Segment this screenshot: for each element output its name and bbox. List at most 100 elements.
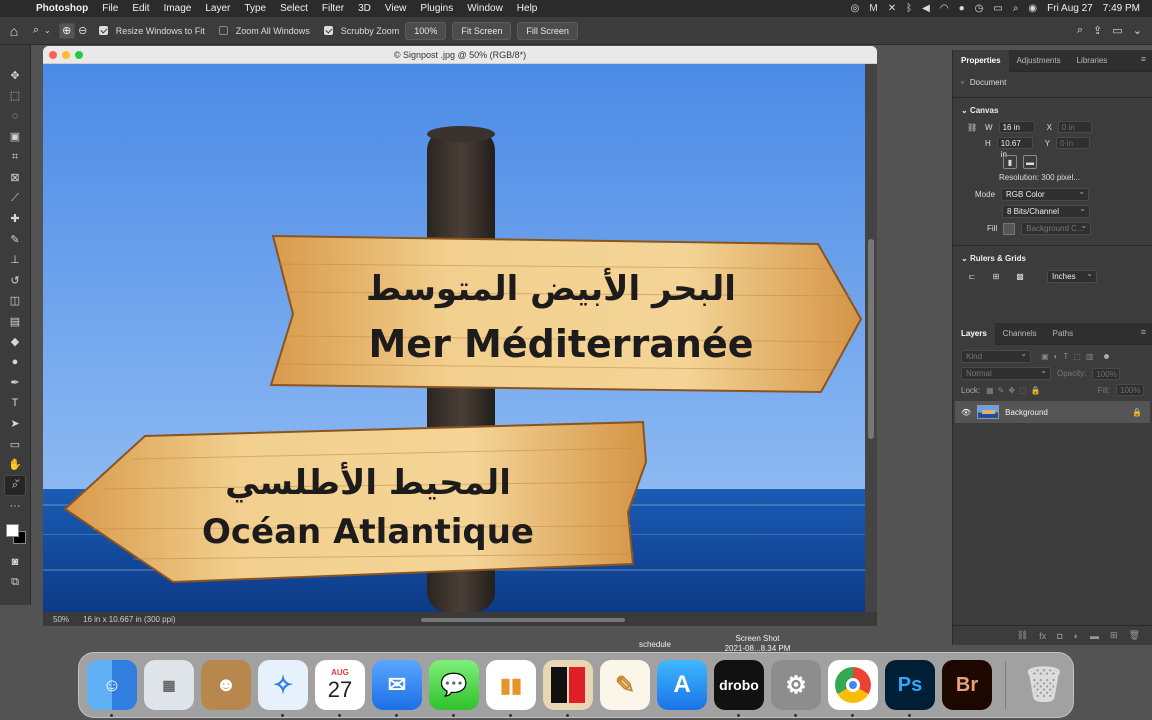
volume-icon[interactable]: ◀	[922, 3, 930, 14]
finder-icon[interactable]: ☺	[87, 660, 137, 717]
fill-color-swatch[interactable]	[1003, 222, 1016, 235]
crop-tool-icon[interactable]: ⌗	[4, 147, 26, 168]
history-brush-tool-icon[interactable]: ↺	[4, 270, 26, 291]
menu-window[interactable]: Window	[460, 3, 510, 14]
gradient-tool-icon[interactable]: ▤	[4, 311, 26, 332]
share-icon[interactable]: ⇪	[1093, 24, 1102, 37]
units-select[interactable]: Inches	[1047, 268, 1097, 283]
eraser-tool-icon[interactable]: ◫	[4, 291, 26, 312]
scrubby-zoom-checkbox[interactable]: Scrubby Zoom	[323, 26, 399, 36]
portrait-orientation-icon[interactable]: ▮	[1003, 155, 1017, 169]
tab-adjustments[interactable]: Adjustments	[1009, 50, 1069, 72]
width-field[interactable]: 16 in	[998, 121, 1035, 133]
horizontal-scroll-thumb[interactable]	[421, 618, 625, 622]
zoom-100-button[interactable]: 100%	[405, 21, 447, 40]
zoom-out-icon[interactable]: ⊖	[75, 23, 91, 39]
kind-filter-select[interactable]: Kind	[961, 348, 1031, 363]
bridge-icon[interactable]: Br	[942, 660, 992, 710]
workspace-chevron-icon[interactable]: ⌄	[1133, 24, 1142, 37]
search-help-icon[interactable]: ⌕	[1077, 24, 1083, 37]
move-tool-icon[interactable]: ✥	[4, 65, 26, 86]
layer-name[interactable]: Background	[1005, 408, 1048, 417]
menu-select[interactable]: Select	[273, 3, 315, 14]
trash-icon[interactable]: 🗑	[1129, 630, 1140, 641]
fill-select[interactable]: Background C...	[1021, 220, 1092, 235]
rulers-grids-section[interactable]: ⌄ Rulers & Grids	[953, 250, 1152, 267]
tab-paths[interactable]: Paths	[1045, 323, 1081, 345]
marquee-tool-icon[interactable]: ⬚	[4, 86, 26, 107]
tab-properties[interactable]: Properties	[953, 49, 1009, 72]
pages-app-icon[interactable]	[543, 660, 593, 717]
photoshop-icon[interactable]: Ps	[885, 660, 935, 717]
home-icon[interactable]: ⌂	[0, 23, 28, 39]
desktop-file-schedule[interactable]: schedule	[620, 640, 690, 649]
screen-mode-icon[interactable]: ⧉	[4, 573, 26, 594]
blur-tool-icon[interactable]: ◆	[4, 332, 26, 353]
link-icon[interactable]: ⛓	[967, 123, 979, 132]
rectangle-tool-icon[interactable]: ▭	[4, 434, 26, 455]
canvas-section[interactable]: ⌄ Canvas	[953, 102, 1152, 119]
bits-select[interactable]: 8 Bits/Channel	[1002, 203, 1090, 218]
messages-icon[interactable]: 💬	[429, 660, 479, 717]
tab-libraries[interactable]: Libraries	[1069, 50, 1116, 72]
vertical-scroll-thumb[interactable]	[868, 239, 874, 439]
menu-edit[interactable]: Edit	[125, 3, 156, 14]
fx-icon[interactable]: fx	[1039, 631, 1046, 641]
desktop-file-screenshot[interactable]: Screen Shot 2021-08...8.34 PM	[710, 634, 805, 654]
opacity-field[interactable]: 100%	[1092, 367, 1121, 380]
menubar-time[interactable]: 7:49 PM	[1103, 3, 1140, 14]
zoom-tool-icon[interactable]: ⌕	[4, 473, 26, 496]
type-tool-icon[interactable]: T	[4, 393, 26, 414]
layer-mask-icon[interactable]: ◘	[1057, 631, 1062, 641]
malwarebytes-icon[interactable]: M	[869, 3, 877, 14]
grid-icon[interactable]: ⊞	[989, 269, 1003, 283]
launchpad-icon[interactable]: ▦	[144, 660, 194, 710]
document-title-bar[interactable]: © Signpost .jpg @ 50% (RGB/8*)	[43, 46, 877, 64]
app-store-icon[interactable]: A	[657, 660, 707, 710]
zoom-all-checkbox[interactable]: Zoom All Windows	[218, 26, 310, 36]
tab-channels[interactable]: Channels	[995, 323, 1045, 345]
mail-icon[interactable]: ✉	[372, 660, 422, 717]
new-layer-icon[interactable]: ⊞	[1110, 630, 1118, 641]
brush-tool-icon[interactable]: ✎	[4, 229, 26, 250]
zoom-in-icon[interactable]: ⊕	[58, 21, 75, 39]
quick-mask-icon[interactable]: ◙	[4, 552, 26, 573]
ruler-icon[interactable]: ⊏	[965, 269, 979, 283]
fill-opacity-field[interactable]: 100%	[1116, 384, 1144, 396]
color-swatches[interactable]	[4, 522, 26, 546]
drobo-icon[interactable]: drobo	[714, 660, 764, 717]
vertical-scrollbar[interactable]	[865, 64, 877, 612]
zoom-window-button[interactable]	[75, 51, 83, 59]
wifi-icon[interactable]: ◠	[940, 3, 949, 14]
clone-stamp-tool-icon[interactable]: ⊥	[4, 250, 26, 271]
minimize-window-button[interactable]	[62, 51, 70, 59]
landscape-orientation-icon[interactable]: ▬	[1023, 155, 1037, 169]
trash-icon[interactable]: 🗑	[1019, 660, 1069, 710]
menu-view[interactable]: View	[378, 3, 414, 14]
workspace-icon[interactable]: ▭	[1112, 24, 1122, 37]
script-editor-icon[interactable]: ✎	[600, 660, 650, 710]
frame-tool-icon[interactable]: ⊠	[4, 168, 26, 189]
dodge-tool-icon[interactable]: ●	[4, 352, 26, 373]
height-field[interactable]: 10.67 in	[996, 137, 1033, 159]
tab-layers[interactable]: Layers	[953, 322, 995, 345]
control-center-icon[interactable]: ▭	[993, 3, 1002, 14]
document-info[interactable]: 16 in x 10.667 in (300 ppi)	[83, 615, 176, 624]
menu-image[interactable]: Image	[157, 3, 199, 14]
adjustment-layer-icon[interactable]: ◐	[1074, 631, 1079, 641]
menu-help[interactable]: Help	[510, 3, 545, 14]
resize-windows-checkbox[interactable]: Resize Windows to Fit	[98, 26, 205, 36]
menu-type[interactable]: Type	[237, 3, 273, 14]
calendar-icon[interactable]: AUG 27	[315, 660, 365, 717]
foreground-color-swatch[interactable]	[6, 524, 19, 537]
mode-select[interactable]: RGB Color	[1001, 186, 1090, 201]
time-machine-icon[interactable]: ◷	[975, 3, 984, 14]
signpost-photo[interactable]: البحر الأبيض المتوسط Mer Méditerranée ال…	[43, 64, 865, 612]
pixel-grid-icon[interactable]: ▩	[1013, 269, 1027, 283]
user-icon[interactable]: ●	[959, 3, 965, 14]
layer-row-background[interactable]: 👁 Background 🔒	[955, 401, 1150, 423]
blend-mode-select[interactable]: Normal	[961, 365, 1051, 380]
eyedropper-tool-icon[interactable]: ⟋	[4, 188, 26, 209]
menu-app-name[interactable]: Photoshop	[32, 3, 95, 14]
healing-brush-tool-icon[interactable]: ✚	[4, 209, 26, 230]
